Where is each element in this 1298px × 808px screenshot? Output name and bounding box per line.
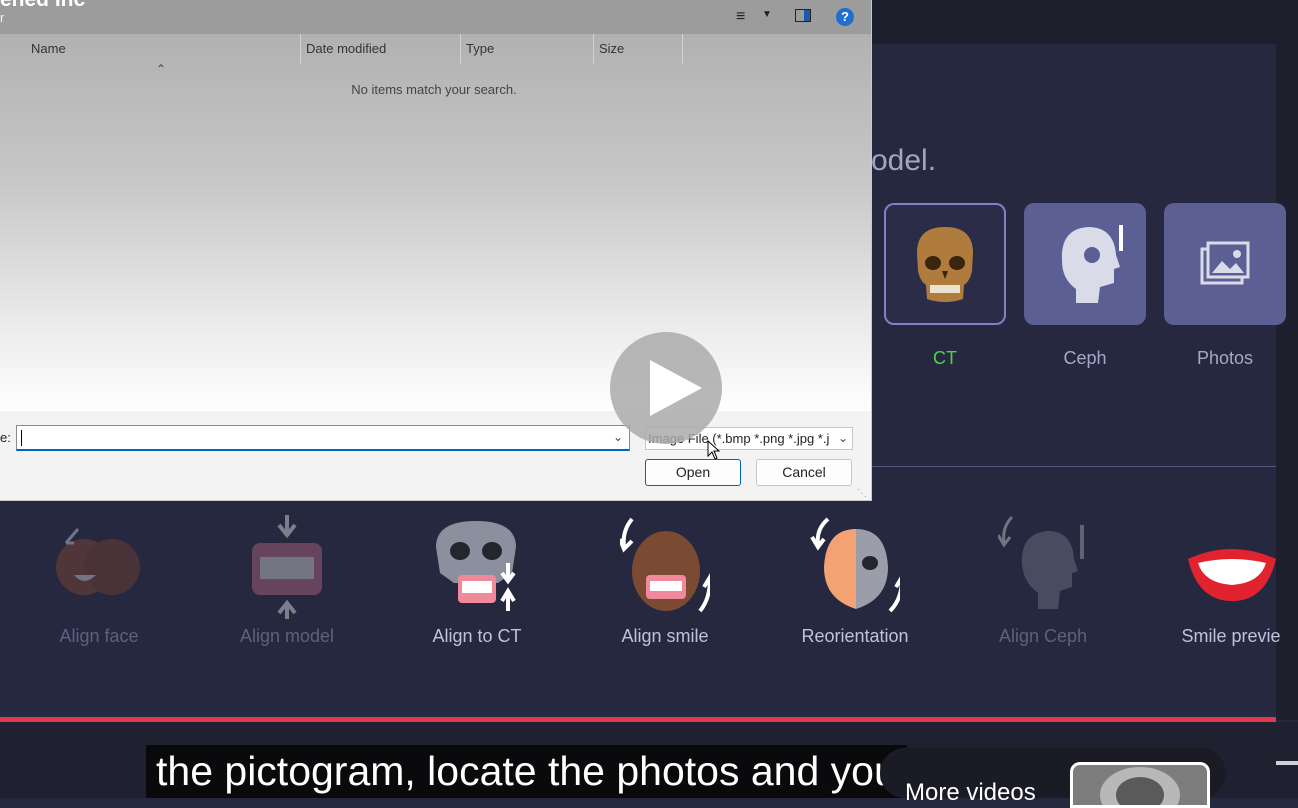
section-divider — [870, 466, 1276, 467]
tool-label-align-smile: Align smile — [621, 626, 709, 646]
tool-label-align-face: Align face — [59, 626, 139, 646]
column-separator[interactable] — [593, 34, 594, 64]
tool-label-align-ceph: Align Ceph — [998, 626, 1088, 646]
video-thumbnail[interactable] — [1070, 762, 1210, 808]
source-label-ceph: Ceph — [1063, 348, 1107, 368]
more-videos-label: More videos — [905, 779, 1036, 806]
reorientation-icon — [810, 517, 900, 613]
photos-icon — [1200, 241, 1250, 285]
ceph-xray-icon — [1061, 225, 1123, 303]
ct-scan-thumbnail-icon — [1100, 767, 1180, 805]
column-separator[interactable] — [300, 34, 301, 64]
tool-align-face[interactable]: Align face — [14, 505, 184, 655]
filename-input[interactable]: ⌄ — [16, 425, 630, 451]
more-videos-button[interactable]: More videos — [880, 748, 1226, 808]
menu-dash-icon — [1276, 761, 1298, 765]
empty-message: No items match your search. — [351, 82, 517, 97]
source-label-ct: CT — [933, 348, 957, 368]
source-tile-photos[interactable] — [1164, 203, 1286, 325]
tool-align-model[interactable]: Align model — [202, 505, 372, 655]
filename-dropdown-icon[interactable]: ⌄ — [613, 430, 623, 444]
tool-align-to-ct[interactable]: Align to CT — [392, 505, 562, 655]
text-caret — [21, 430, 22, 446]
cancel-button[interactable]: Cancel — [756, 459, 852, 486]
align-model-icon — [252, 515, 322, 619]
smile-preview-icon — [1188, 549, 1276, 601]
video-caption: the pictogram, locate the photos and you — [146, 745, 907, 798]
column-separator[interactable] — [460, 34, 461, 64]
file-open-dialog: ened Inc r ≡ ▼ ? ⌃ Name Date modified Ty… — [0, 0, 872, 501]
filetype-dropdown-icon[interactable]: ⌄ — [835, 428, 848, 449]
chevron-down-icon[interactable]: ▼ — [762, 9, 772, 20]
view-list-icon[interactable]: ≡ — [736, 8, 745, 26]
column-name[interactable]: Name — [31, 41, 66, 56]
filename-label: e: — [0, 430, 11, 445]
skull-ct-icon — [917, 227, 973, 302]
dialog-titlebar: ened Inc r ≡ ▼ ? — [0, 0, 871, 34]
align-to-ct-icon — [436, 521, 516, 611]
source-tile-ct[interactable] — [884, 203, 1006, 325]
tool-align-smile[interactable]: Align smile — [580, 505, 750, 655]
hint-text: odel. — [871, 144, 937, 177]
dialog-subtitle: r — [0, 10, 5, 25]
column-type[interactable]: Type — [466, 41, 494, 56]
source-tile-ceph[interactable] — [1024, 203, 1146, 325]
column-date-modified[interactable]: Date modified — [306, 41, 386, 56]
tool-label-align-model: Align model — [239, 626, 335, 646]
preview-pane-icon[interactable] — [795, 9, 811, 22]
tool-label-smile-preview: Smile previe — [1181, 626, 1281, 646]
dialog-title: ened Inc — [0, 0, 85, 12]
column-separator[interactable] — [682, 34, 683, 64]
play-button[interactable] — [610, 332, 722, 444]
sort-chevron-icon: ⌃ — [156, 62, 167, 76]
open-button[interactable]: Open — [645, 459, 741, 486]
column-size[interactable]: Size — [599, 41, 624, 56]
align-ceph-icon — [998, 515, 1084, 609]
mouse-cursor-icon — [707, 440, 721, 460]
source-label-photos: Photos — [1196, 348, 1254, 368]
align-smile-icon — [620, 517, 710, 613]
resize-grip-icon[interactable]: ⋱ — [857, 488, 867, 499]
tool-align-ceph[interactable]: Align Ceph — [958, 505, 1128, 655]
tool-label-align-to-ct: Align to CT — [432, 626, 522, 646]
help-icon[interactable]: ? — [836, 8, 854, 26]
tool-smile-preview[interactable]: Smile previe — [1146, 505, 1298, 655]
tool-reorientation[interactable]: Reorientation — [770, 505, 940, 655]
align-face-icon — [56, 528, 140, 595]
tool-label-reorientation: Reorientation — [801, 626, 909, 646]
